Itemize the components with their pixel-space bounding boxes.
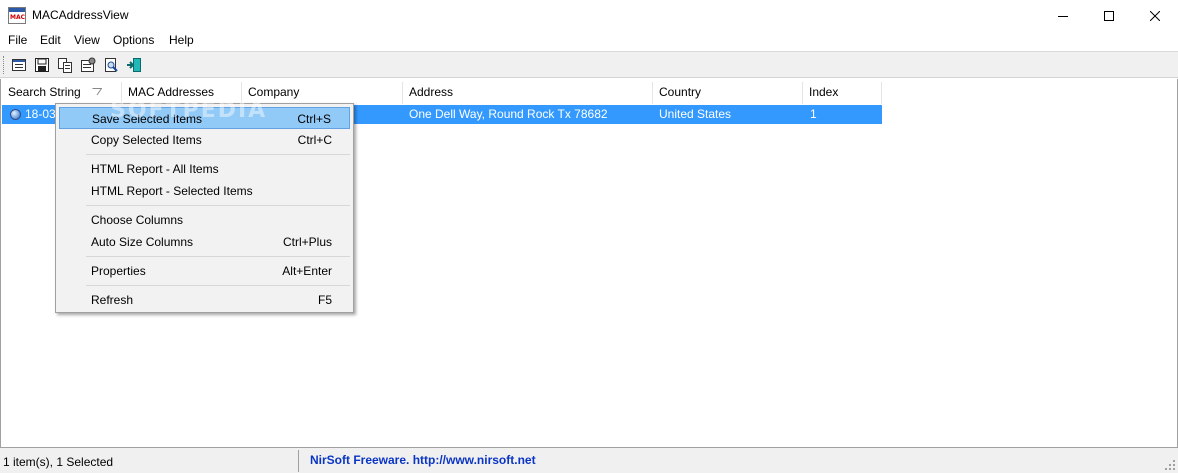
- save-button[interactable]: [32, 55, 52, 75]
- context-menu: Save Selected Items Ctrl+S Copy Selected…: [55, 103, 354, 313]
- menu-item-shortcut: Ctrl+S: [297, 112, 331, 126]
- toolbar: [0, 52, 1178, 78]
- app-icon-label: MAC: [10, 14, 26, 21]
- status-divider: [298, 450, 299, 472]
- status-item-count: 1 item(s), 1 Selected: [3, 455, 114, 469]
- column-header-label: MAC Addresses: [128, 85, 215, 99]
- copy-icon: [58, 58, 72, 73]
- menu-separator: [86, 154, 350, 155]
- column-header-label: Search String: [8, 85, 81, 99]
- exit-icon: [127, 58, 141, 72]
- menu-item-label: HTML Report - All Items: [91, 162, 219, 176]
- menu-item-label: Properties: [91, 264, 146, 278]
- report-icon: [12, 59, 26, 71]
- cell-country: United States: [659, 107, 732, 121]
- menu-item-label: Refresh: [91, 293, 134, 307]
- maximize-button[interactable]: [1086, 0, 1132, 31]
- column-header-label: Index: [809, 85, 839, 99]
- menu-help[interactable]: Help: [167, 33, 196, 47]
- properties-icon: [81, 57, 96, 72]
- menu-edit[interactable]: Edit: [38, 33, 63, 47]
- menu-item-html-report-selected[interactable]: HTML Report - Selected Items: [59, 180, 350, 202]
- status-bar: 1 item(s), 1 Selected NirSoft Freeware. …: [0, 447, 1178, 473]
- app-icon[interactable]: MAC: [8, 7, 26, 24]
- watermark: SOFTPEDIA: [110, 98, 268, 123]
- column-header-label: Company: [248, 85, 300, 99]
- cell-search-string: 18-03: [25, 107, 56, 121]
- column-header-label: Address: [409, 85, 454, 99]
- resize-grip-icon[interactable]: [1164, 459, 1176, 471]
- globe-icon: [10, 109, 21, 120]
- menu-bar: File Edit View Options Help: [0, 31, 1178, 51]
- menu-item-copy-selected[interactable]: Copy Selected Items Ctrl+C: [59, 129, 350, 151]
- column-header-index[interactable]: Index: [803, 82, 882, 104]
- column-header-address[interactable]: Address: [403, 82, 653, 104]
- menu-separator: [86, 285, 350, 286]
- menu-file[interactable]: File: [6, 33, 29, 47]
- find-button[interactable]: [101, 55, 121, 75]
- maximize-icon: [1104, 10, 1114, 21]
- window-title: MACAddressView: [32, 8, 129, 22]
- minimize-button[interactable]: [1040, 0, 1086, 31]
- menu-item-shortcut: Ctrl+Plus: [282, 235, 332, 249]
- search-icon: [105, 58, 118, 72]
- column-header-country[interactable]: Country: [653, 82, 803, 104]
- menu-item-properties[interactable]: Properties Alt+Enter: [59, 260, 350, 282]
- menu-options[interactable]: Options: [111, 33, 156, 47]
- copy-button[interactable]: [55, 55, 75, 75]
- menu-item-refresh[interactable]: Refresh F5: [59, 289, 350, 311]
- menu-item-label: Copy Selected Items: [91, 133, 202, 147]
- menu-item-shortcut: Alt+Enter: [282, 264, 332, 278]
- title-bar: MAC MACAddressView: [0, 0, 1178, 31]
- menu-separator: [86, 256, 350, 257]
- menu-item-shortcut: Ctrl+C: [297, 133, 332, 147]
- close-icon: [1150, 10, 1160, 21]
- exit-button[interactable]: [124, 55, 144, 75]
- toolbar-grip: [3, 56, 5, 74]
- menu-item-html-report-all[interactable]: HTML Report - All Items: [59, 158, 350, 180]
- menu-separator: [86, 205, 350, 206]
- menu-item-shortcut: F5: [317, 293, 332, 307]
- menu-item-label: Choose Columns: [91, 213, 184, 227]
- save-icon: [35, 58, 49, 72]
- menu-view[interactable]: View: [72, 33, 102, 47]
- menu-item-auto-size-columns[interactable]: Auto Size Columns Ctrl+Plus: [59, 231, 350, 253]
- minimize-icon: [1058, 15, 1068, 17]
- close-button[interactable]: [1132, 0, 1178, 31]
- cell-index: 1: [810, 107, 817, 121]
- cell-address: One Dell Way, Round Rock Tx 78682: [409, 107, 608, 121]
- column-header-label: Country: [659, 85, 702, 99]
- html-report-button[interactable]: [9, 55, 29, 75]
- nirsoft-link[interactable]: NirSoft Freeware. http://www.nirsoft.net: [310, 453, 536, 467]
- sort-arrow-icon: [92, 88, 102, 96]
- column-header-search-string[interactable]: Search String: [2, 82, 122, 104]
- properties-button[interactable]: [78, 55, 98, 75]
- menu-item-choose-columns[interactable]: Choose Columns: [59, 209, 350, 231]
- menu-item-label: HTML Report - Selected Items: [91, 184, 253, 198]
- menu-item-label: Auto Size Columns: [91, 235, 194, 249]
